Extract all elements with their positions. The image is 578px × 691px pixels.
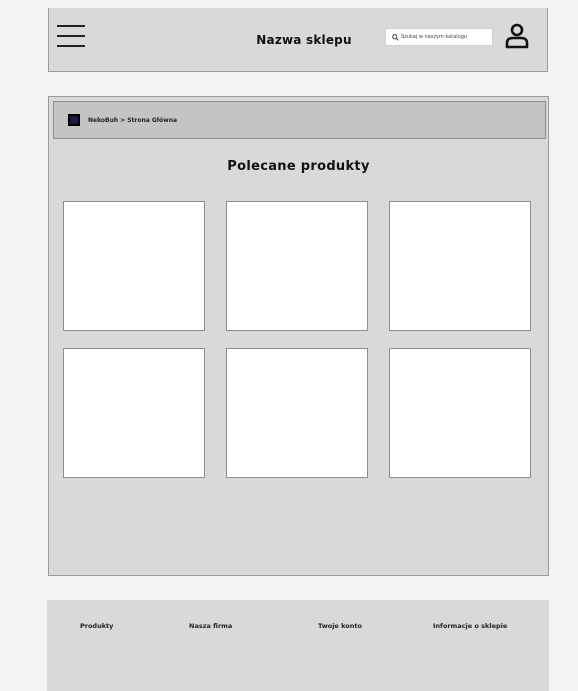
breadcrumb-current: Strona Główna [127, 116, 178, 124]
site-footer: Produkty Nasza firma Twoje konto Informa… [47, 600, 549, 691]
section-title: Polecane produkty [227, 159, 370, 174]
footer-link-company[interactable]: Nasza firma [189, 622, 232, 630]
product-card[interactable] [389, 201, 531, 331]
breadcrumb-separator: > [120, 116, 126, 124]
footer-link-account[interactable]: Twoje konto [318, 622, 362, 630]
shop-name[interactable]: Nazwa sklepu [249, 33, 359, 47]
breadcrumb-bar: NekoBuh > Strona Główna [53, 101, 546, 139]
product-card[interactable] [226, 348, 368, 478]
search-icon [392, 33, 399, 41]
breadcrumb-home-link[interactable]: NekoBuh [88, 117, 118, 124]
search-box[interactable] [385, 28, 493, 46]
product-card[interactable] [389, 348, 531, 478]
product-card[interactable] [226, 201, 368, 331]
main-content: NekoBuh > Strona Główna Polecane produkty [48, 96, 549, 576]
product-card[interactable] [63, 201, 205, 331]
product-card[interactable] [63, 348, 205, 478]
footer-link-store-info[interactable]: Informacje o sklepie [433, 622, 507, 630]
breadcrumb: NekoBuh > Strona Główna [88, 117, 177, 124]
footer-link-products[interactable]: Produkty [80, 622, 113, 630]
search-input[interactable] [401, 34, 492, 40]
user-account-icon[interactable] [505, 23, 529, 49]
site-header: Nazwa sklepu [48, 8, 548, 72]
hamburger-menu-icon[interactable] [57, 25, 85, 47]
shop-logo-icon[interactable] [68, 114, 80, 126]
